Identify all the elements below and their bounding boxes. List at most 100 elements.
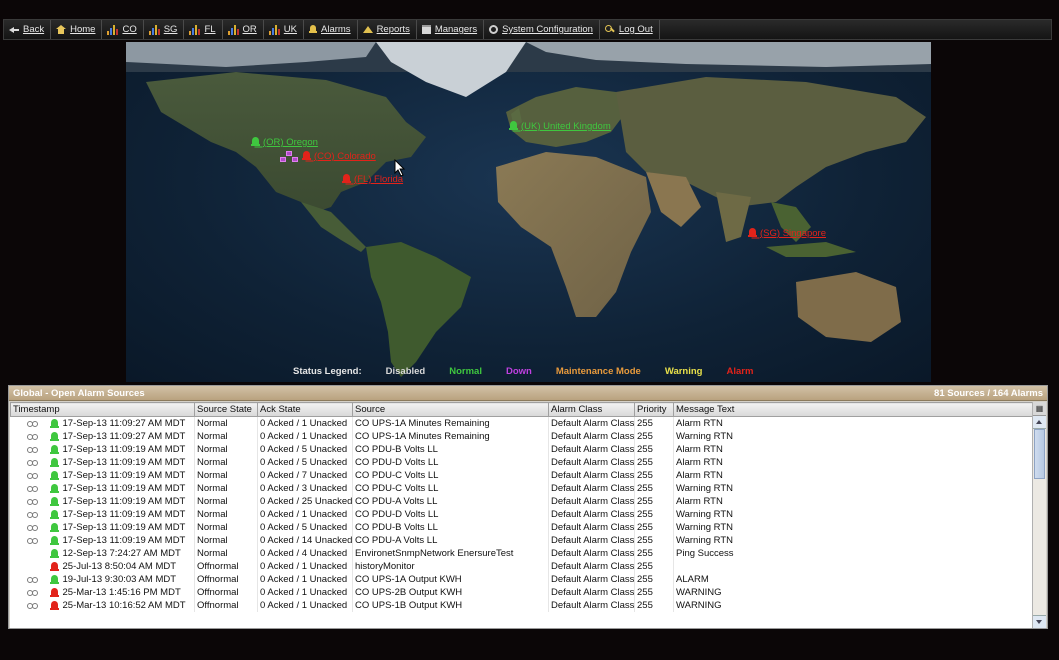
- column-header[interactable]: Ack State: [257, 402, 353, 417]
- link-icon: [26, 459, 38, 466]
- bell-icon: [342, 174, 351, 185]
- timestamp-cell: 17-Sep-13 11:09:19 AM MDT: [10, 508, 195, 521]
- legend-warning: Warning: [664, 366, 703, 377]
- bell-icon: [49, 444, 59, 455]
- alarm-class-cell: Default Alarm Class: [548, 469, 635, 482]
- column-header[interactable]: Source: [352, 402, 549, 417]
- source-cell: CO UPS-1A Minutes Remaining: [352, 416, 549, 430]
- bell-icon: [509, 121, 518, 132]
- timestamp-text: 17-Sep-13 11:09:19 AM MDT: [62, 483, 186, 494]
- column-chooser-icon[interactable]: ▦: [1033, 402, 1046, 416]
- link-icon: [27, 551, 38, 557]
- table-row[interactable]: 17-Sep-13 11:09:19 AM MDT Normal 0 Acked /…: [10, 534, 1034, 547]
- scroll-up-button[interactable]: [1033, 416, 1046, 429]
- column-header[interactable]: Timestamp: [10, 402, 195, 417]
- legend-disabled: Disabled: [385, 366, 426, 377]
- timestamp-text: 17-Sep-13 11:09:19 AM MDT: [62, 522, 186, 533]
- nav-back[interactable]: Back: [4, 20, 52, 39]
- table-row[interactable]: 17-Sep-13 11:09:19 AM MDT Normal 0 Acked /…: [10, 469, 1034, 482]
- message-text-cell: Alarm RTN: [673, 416, 1034, 430]
- panel-header: Global - Open Alarm Sources 81 Sources /…: [9, 386, 1047, 401]
- table-row[interactable]: 19-Jul-13 9:30:03 AM MDT Offnormal 0 Acked…: [10, 573, 1034, 586]
- link-icon: [26, 537, 38, 544]
- table-row[interactable]: 17-Sep-13 11:09:19 AM MDT Normal 0 Acked /…: [10, 443, 1034, 456]
- priority-cell: 255: [634, 443, 674, 456]
- ack-state-cell: 0 Acked / 25 Unacked: [257, 495, 353, 508]
- source-cell: CO UPS-1A Output KWH: [352, 573, 549, 586]
- table-row[interactable]: 12-Sep-13 7:24:27 AM MDT Normal 0 Acked / …: [10, 547, 1034, 560]
- timestamp-text: 19-Jul-13 9:30:03 AM MDT: [62, 574, 177, 585]
- table-row[interactable]: 17-Sep-13 11:09:27 AM MDT Normal 0 Acked /…: [10, 416, 1034, 430]
- source-state-cell: Offnormal: [194, 599, 258, 612]
- nav-logout-label: Log Out: [618, 24, 653, 35]
- table-row[interactable]: 17-Sep-13 11:09:19 AM MDT Normal 0 Acked /…: [10, 521, 1034, 534]
- panel-title: Global - Open Alarm Sources: [13, 387, 145, 399]
- message-text-cell: ALARM: [673, 573, 1034, 586]
- link-icon: [26, 472, 38, 479]
- bell-icon: [49, 561, 59, 572]
- site-colorado[interactable]: (CO) Colorado: [280, 151, 376, 162]
- table-row[interactable]: 17-Sep-13 11:09:19 AM MDT Normal 0 Acked /…: [10, 456, 1034, 469]
- column-header[interactable]: Priority: [634, 402, 674, 417]
- site-united-kingdom[interactable]: (UK) United Kingdom: [509, 121, 611, 132]
- message-text-cell: Warning RTN: [673, 534, 1034, 547]
- nav-sg[interactable]: SG: [144, 20, 185, 39]
- alarm-class-cell: Default Alarm Class: [548, 482, 635, 495]
- source-cell: CO PDU-A Volts LL: [352, 495, 549, 508]
- ack-state-cell: 0 Acked / 1 Unacked: [257, 599, 353, 612]
- message-text-cell: Alarm RTN: [673, 495, 1034, 508]
- ack-state-cell: 0 Acked / 1 Unacked: [257, 586, 353, 599]
- ack-state-cell: 0 Acked / 7 Unacked: [257, 469, 353, 482]
- nav-home[interactable]: Home: [51, 20, 103, 39]
- scroll-thumb[interactable]: [1034, 429, 1045, 479]
- ack-state-cell: 0 Acked / 1 Unacked: [257, 508, 353, 521]
- column-header[interactable]: Source State: [194, 402, 258, 417]
- nav-uk[interactable]: UK: [264, 20, 304, 39]
- table-row[interactable]: 25-Mar-13 1:45:16 PM MDT Offnormal 0 Acked…: [10, 586, 1034, 599]
- scroll-down-button[interactable]: [1033, 615, 1046, 628]
- table-row[interactable]: 17-Sep-13 11:09:19 AM MDT Normal 0 Acked /…: [10, 495, 1034, 508]
- bell-icon: [49, 522, 59, 533]
- column-header[interactable]: Message Text: [673, 402, 1034, 417]
- bar-chart-icon: [148, 24, 160, 35]
- site-united-kingdom-label: (UK) United Kingdom: [521, 121, 611, 132]
- source-state-cell: Offnormal: [194, 586, 258, 599]
- ack-state-cell: 0 Acked / 5 Unacked: [257, 456, 353, 469]
- nav-co[interactable]: CO: [102, 20, 144, 39]
- priority-cell: 255: [634, 599, 674, 612]
- timestamp-text: 17-Sep-13 11:09:27 AM MDT: [62, 431, 186, 442]
- priority-cell: 255: [634, 456, 674, 469]
- table-row[interactable]: 25-Jul-13 8:50:04 AM MDT Offnormal 0 Acked…: [10, 560, 1034, 573]
- table-row[interactable]: 17-Sep-13 11:09:19 AM MDT Normal 0 Acked /…: [10, 482, 1034, 495]
- nav-fl[interactable]: FL: [184, 20, 223, 39]
- alarm-class-cell: Default Alarm Class: [548, 573, 635, 586]
- nav-managers[interactable]: Managers: [417, 20, 485, 39]
- link-icon: [26, 485, 38, 492]
- timestamp-text: 17-Sep-13 11:09:19 AM MDT: [62, 457, 186, 468]
- nav-sg-label: SG: [163, 24, 178, 35]
- priority-cell: 255: [634, 521, 674, 534]
- calendar-icon: [421, 25, 431, 34]
- nav-or[interactable]: OR: [223, 20, 264, 39]
- table-row[interactable]: 25-Mar-13 10:16:52 AM MDT Offnormal 0 Acke…: [10, 599, 1034, 612]
- nav-logout[interactable]: Log Out: [600, 20, 660, 39]
- nav-alarms[interactable]: Alarms: [304, 20, 358, 39]
- source-cell: CO PDU-C Volts LL: [352, 469, 549, 482]
- column-header[interactable]: Alarm Class: [548, 402, 635, 417]
- table-row[interactable]: 17-Sep-13 11:09:27 AM MDT Normal 0 Acked /…: [10, 430, 1034, 443]
- message-text-cell: Alarm RTN: [673, 443, 1034, 456]
- ack-state-cell: 0 Acked / 1 Unacked: [257, 430, 353, 443]
- source-state-cell: Normal: [194, 443, 258, 456]
- nav-reports[interactable]: Reports: [358, 20, 417, 39]
- timestamp-cell: 12-Sep-13 7:24:27 AM MDT: [10, 547, 195, 560]
- site-singapore[interactable]: (SG) Singapore: [748, 228, 826, 239]
- nav-system-configuration[interactable]: System Configuration: [484, 20, 600, 39]
- site-oregon[interactable]: (OR) Oregon: [251, 137, 318, 148]
- timestamp-text: 17-Sep-13 11:09:19 AM MDT: [62, 535, 186, 546]
- alarm-class-cell: Default Alarm Class: [548, 534, 635, 547]
- table-row[interactable]: 17-Sep-13 11:09:19 AM MDT Normal 0 Acked /…: [10, 508, 1034, 521]
- table-scrollbar[interactable]: ▦: [1032, 402, 1046, 628]
- bar-chart-icon: [189, 24, 201, 35]
- home-icon: [56, 25, 67, 34]
- priority-cell: 255: [634, 482, 674, 495]
